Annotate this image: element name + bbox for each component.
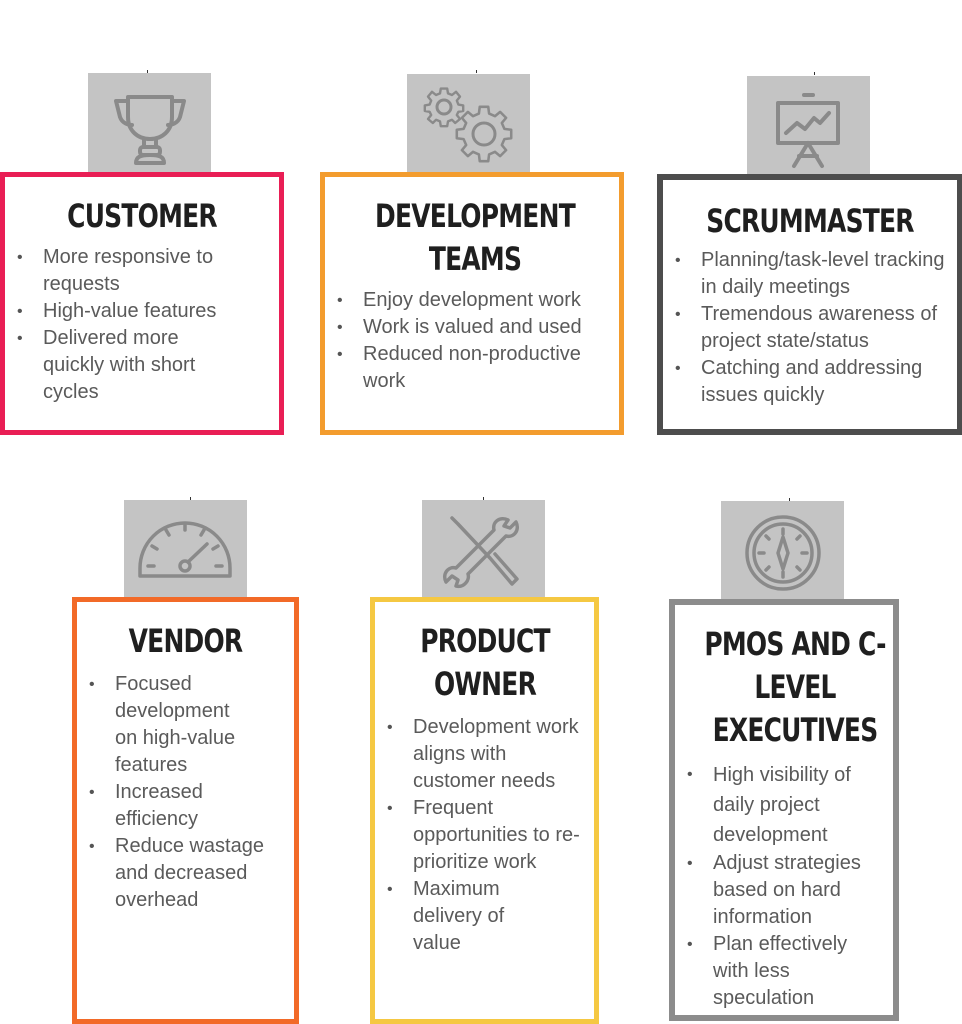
- bullet-item: Planning/task-level tracking in daily me…: [663, 247, 957, 301]
- bullet-item: High-value features: [5, 298, 279, 325]
- trophy-icon: [114, 95, 186, 165]
- bullet-list: Development work aligns with customer ne…: [375, 714, 594, 957]
- bullet-list: Planning/task-level tracking in daily me…: [663, 247, 957, 409]
- bullet-item: Adjust strategies based on hard informat…: [675, 850, 883, 931]
- card-vendor: VENDOR Focused development on high-value…: [72, 597, 299, 1024]
- icon-box-development-teams: [407, 74, 530, 172]
- card-product-owner: PRODUCT OWNER Development work aligns wi…: [370, 597, 599, 1024]
- bullet-list: Enjoy development work Work is valued an…: [325, 287, 619, 395]
- presentation-chart-icon: [776, 93, 840, 168]
- bullet-list: High visibility of daily project develop…: [675, 760, 893, 1012]
- card-title: VENDOR: [128, 622, 244, 660]
- bullet-item: Development work aligns with customer ne…: [375, 714, 586, 795]
- icon-box-scrummaster: [747, 76, 870, 174]
- icon-box-customer: [88, 73, 211, 173]
- bullet-item: Maximum delivery of value: [375, 876, 586, 957]
- card-title: SCRUMMASTER: [706, 202, 914, 240]
- card-pmos: PMOS AND C-LEVEL EXECUTIVES High visibil…: [669, 599, 899, 1021]
- card-title: PMOS AND C-LEVEL EXECUTIVES: [704, 625, 886, 749]
- bullet-item: Frequent opportunities to re-prioritize …: [375, 795, 586, 876]
- card-scrummaster: SCRUMMASTER Planning/task-level tracking…: [657, 174, 962, 435]
- bullet-list: More responsive to requests High-value f…: [5, 244, 279, 406]
- bullet-item: Tremendous awareness of project state/st…: [663, 301, 957, 355]
- bullet-list: Focused development on high-value featur…: [77, 671, 294, 914]
- card-development-teams: DEVELOPMENT TEAMS Enjoy development work…: [320, 172, 624, 435]
- bullet-item: High visibility of daily project develop…: [675, 760, 883, 850]
- gears-icon: [423, 87, 513, 163]
- speedometer-icon: [138, 521, 232, 578]
- bullet-item: Catching and addressing issues quickly: [663, 355, 957, 409]
- icon-box-product-owner: [422, 500, 545, 598]
- icon-box-vendor: [124, 500, 247, 598]
- card-title: PRODUCT OWNER: [420, 622, 550, 703]
- card-customer: CUSTOMER More responsive to requests Hig…: [0, 172, 284, 435]
- bullet-item: Increased efficiency: [77, 779, 280, 833]
- tick-mark: [814, 72, 815, 75]
- compass-icon: [745, 515, 821, 591]
- icon-box-pmos: [721, 501, 844, 599]
- tools-icon: [443, 516, 519, 589]
- bullet-item: Work is valued and used: [325, 314, 619, 341]
- bullet-item: Reduce wastage and decreased overhead: [77, 833, 280, 914]
- card-title: DEVELOPMENT TEAMS: [375, 197, 576, 278]
- bullet-item: Reduced non-productive work: [325, 341, 619, 395]
- bullet-item: Delivered more quickly with short cycles: [5, 325, 279, 406]
- bullet-item: Focused development on high-value featur…: [77, 671, 280, 779]
- card-title: CUSTOMER: [67, 197, 217, 235]
- tick-mark: [476, 70, 477, 73]
- bullet-item: Enjoy development work: [325, 287, 619, 314]
- bullet-item: Plan effectively with less speculation: [675, 931, 883, 1012]
- bullet-item: More responsive to requests: [5, 244, 279, 298]
